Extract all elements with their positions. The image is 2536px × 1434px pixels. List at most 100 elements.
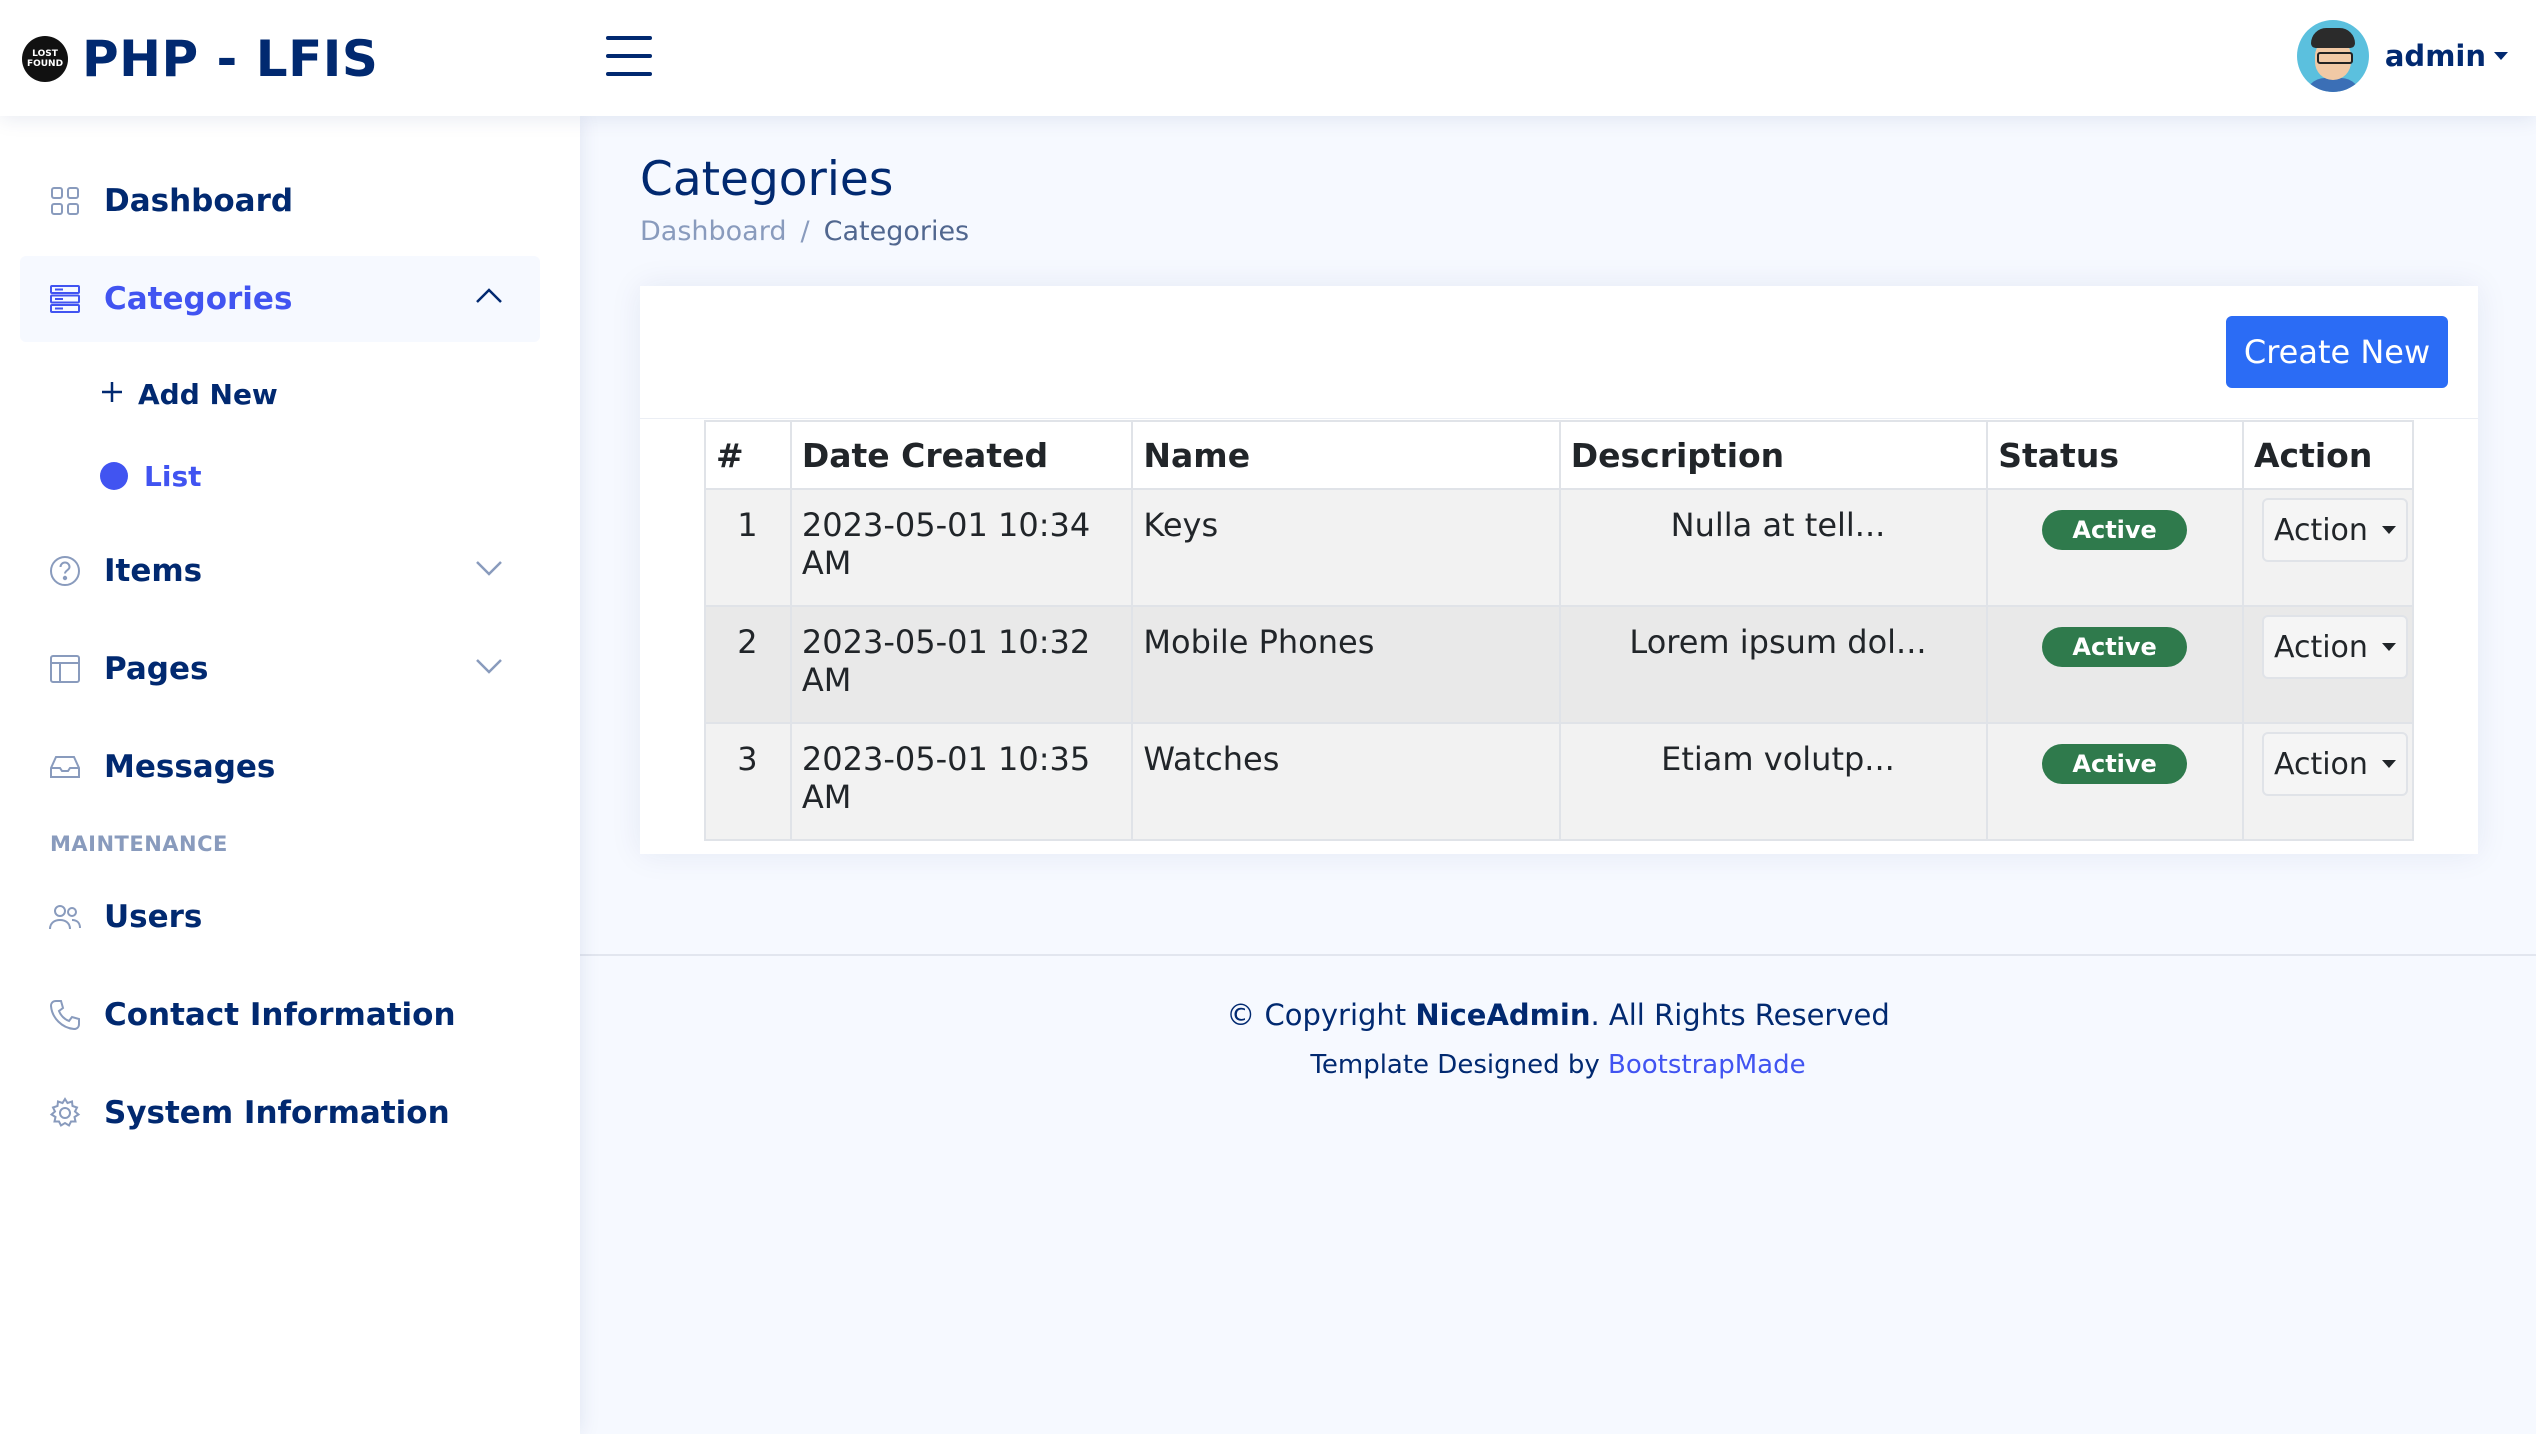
menu-icon-bar bbox=[606, 36, 652, 40]
sidebar-item-label: System Information bbox=[104, 1095, 450, 1131]
table-row: 3 2023-05-01 10:35 AM Watches Etiam volu… bbox=[704, 722, 2415, 841]
menu-icon-bar bbox=[606, 54, 652, 58]
avatar bbox=[2296, 20, 2369, 92]
sidebar: Dashboard Categories Add New List Items bbox=[0, 116, 580, 1434]
action-label: Action bbox=[2273, 629, 2368, 665]
logo[interactable]: LOST FOUND PHP - LFIS bbox=[22, 30, 378, 88]
create-new-button[interactable]: Create New bbox=[2226, 316, 2448, 388]
cell-date-created: 2023-05-01 10:32 AM bbox=[789, 605, 1134, 724]
sidebar-subitem-add-new[interactable]: Add New bbox=[100, 364, 278, 424]
cell-description: Lorem ipsum dol... bbox=[1558, 605, 1989, 724]
sidebar-item-system-information[interactable]: System Information bbox=[20, 1070, 540, 1156]
column-header: Status bbox=[1986, 420, 2244, 490]
cell-date-created: 2023-05-01 10:34 AM bbox=[789, 488, 1134, 607]
status-badge: Active bbox=[2042, 744, 2187, 784]
table-row: 2 2023-05-01 10:32 AM Mobile Phones Lore… bbox=[704, 605, 2415, 724]
sidebar-item-label: Pages bbox=[104, 651, 209, 687]
cell-name: Watches bbox=[1131, 722, 1561, 841]
gear-icon bbox=[48, 1096, 82, 1130]
categories-table: # Date Created Name Description Status A… bbox=[704, 420, 2415, 841]
sidebar-item-label: Contact Information bbox=[104, 997, 456, 1033]
phone-icon bbox=[48, 998, 82, 1032]
breadcrumb-link-dashboard[interactable]: Dashboard bbox=[640, 216, 786, 247]
top-header: LOST FOUND PHP - LFIS admin bbox=[0, 0, 2536, 116]
action-label: Action bbox=[2273, 746, 2368, 782]
credits-text: Template Designed by bbox=[1310, 1050, 1600, 1080]
sidebar-item-dashboard[interactable]: Dashboard bbox=[20, 158, 540, 244]
cell-description: Etiam volutp... bbox=[1558, 722, 1989, 841]
cell-description: Nulla at tell... bbox=[1558, 488, 1989, 607]
sidebar-item-label: Dashboard bbox=[104, 183, 294, 219]
categories-icon bbox=[48, 282, 82, 316]
menu-icon-bar bbox=[606, 72, 652, 76]
sidebar-item-label: Categories bbox=[104, 281, 293, 317]
status-badge: Active bbox=[2042, 627, 2187, 667]
users-icon bbox=[48, 900, 82, 934]
cell-action: Action bbox=[2241, 722, 2415, 841]
copyright-prefix: © Copyright bbox=[1226, 998, 1407, 1032]
breadcrumb-separator: / bbox=[800, 216, 810, 247]
action-label: Action bbox=[2273, 512, 2368, 548]
page-title: Categories bbox=[640, 152, 894, 207]
sidebar-item-label: Messages bbox=[104, 749, 276, 785]
caret-down-icon bbox=[2381, 526, 2396, 534]
sidebar-subitem-list[interactable]: List bbox=[100, 446, 202, 506]
column-header: Name bbox=[1131, 420, 1561, 490]
copyright-brand: NiceAdmin bbox=[1415, 998, 1591, 1032]
sidebar-item-label: Users bbox=[104, 899, 203, 935]
cell-action: Action bbox=[2241, 488, 2415, 607]
sidebar-item-messages[interactable]: Messages bbox=[20, 724, 540, 810]
chevron-down-icon bbox=[474, 656, 504, 680]
bootstrapmade-link[interactable]: BootstrapMade bbox=[1608, 1050, 1806, 1080]
sidebar-item-items[interactable]: Items bbox=[20, 528, 540, 614]
chevron-down-icon bbox=[474, 558, 504, 582]
layout-icon bbox=[48, 652, 82, 686]
categories-card: Create New # Date Created Name Descripti… bbox=[640, 286, 2478, 854]
card-header: Create New bbox=[640, 286, 2478, 419]
sidebar-subitem-label: Add New bbox=[138, 377, 278, 411]
profile-dropdown[interactable]: admin bbox=[2296, 20, 2508, 92]
footer-divider bbox=[580, 954, 2536, 956]
caret-down-icon bbox=[2381, 760, 2396, 768]
breadcrumb: Dashboard / Categories bbox=[640, 216, 969, 247]
grid-icon bbox=[48, 184, 82, 218]
footer-copyright: © Copyright NiceAdmin. All Rights Reserv… bbox=[580, 998, 2536, 1032]
status-badge: Active bbox=[2042, 510, 2187, 550]
caret-down-icon bbox=[2381, 643, 2396, 651]
sidebar-subitem-label: List bbox=[144, 459, 202, 493]
cell-date-created: 2023-05-01 10:35 AM bbox=[789, 722, 1134, 841]
action-dropdown-button[interactable]: Action bbox=[2261, 732, 2408, 796]
sidebar-toggle-button[interactable] bbox=[606, 36, 652, 76]
cell-status: Active bbox=[1986, 722, 2244, 841]
column-header: Action bbox=[2241, 420, 2415, 490]
cell-name: Keys bbox=[1131, 488, 1561, 607]
logo-badge: LOST FOUND bbox=[22, 36, 68, 82]
sidebar-item-categories[interactable]: Categories bbox=[20, 256, 540, 342]
chevron-up-icon bbox=[474, 286, 504, 310]
caret-down-icon bbox=[2494, 52, 2508, 60]
cell-action: Action bbox=[2241, 605, 2415, 724]
column-header: # bbox=[704, 420, 792, 490]
cell-number: 2 bbox=[704, 605, 792, 724]
sidebar-item-contact-information[interactable]: Contact Information bbox=[20, 972, 540, 1058]
table-row: 1 2023-05-01 10:34 AM Keys Nulla at tell… bbox=[704, 488, 2415, 607]
profile-name: admin bbox=[2384, 39, 2486, 73]
cell-number: 1 bbox=[704, 488, 792, 607]
plus-icon bbox=[100, 380, 124, 408]
app-title: PHP - LFIS bbox=[82, 30, 379, 88]
cell-status: Active bbox=[1986, 605, 2244, 724]
action-dropdown-button[interactable]: Action bbox=[2261, 498, 2408, 562]
cell-status: Active bbox=[1986, 488, 2244, 607]
footer-credits: Template Designed by BootstrapMade bbox=[580, 1050, 2536, 1080]
sidebar-item-users[interactable]: Users bbox=[20, 874, 540, 960]
table-header-row: # Date Created Name Description Status A… bbox=[704, 420, 2415, 490]
cell-number: 3 bbox=[704, 722, 792, 841]
nav-heading-maintenance: MAINTENANCE bbox=[50, 832, 228, 856]
cell-name: Mobile Phones bbox=[1131, 605, 1561, 724]
action-dropdown-button[interactable]: Action bbox=[2261, 615, 2408, 679]
column-header: Date Created bbox=[789, 420, 1134, 490]
inbox-icon bbox=[48, 750, 82, 784]
sidebar-item-label: Items bbox=[104, 553, 203, 589]
column-header: Description bbox=[1558, 420, 1989, 490]
sidebar-item-pages[interactable]: Pages bbox=[20, 626, 540, 712]
